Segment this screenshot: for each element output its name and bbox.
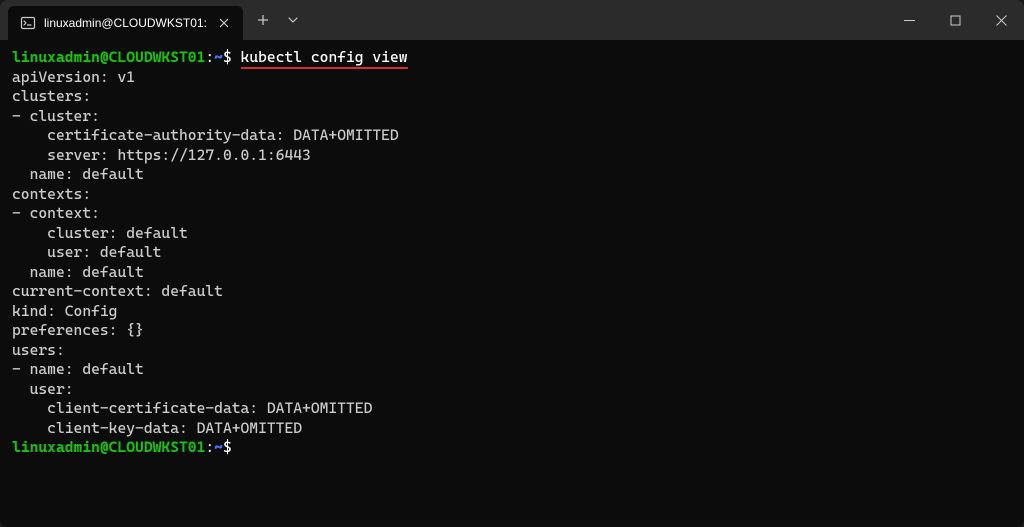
output-line: client-key-data: DATA+OMITTED — [12, 419, 302, 437]
tabs-area: linuxadmin@CLOUDWKST01: — [0, 0, 307, 40]
output-line: - context: — [12, 204, 100, 222]
tab-title: linuxadmin@CLOUDWKST01: — [44, 16, 207, 30]
prompt-dollar: $ — [223, 48, 232, 66]
tab-close-button[interactable] — [215, 14, 233, 32]
prompt-user-host: linuxadmin@CLOUDWKST01 — [12, 48, 205, 66]
output-line: client-certificate-data: DATA+OMITTED — [12, 399, 372, 417]
output-line: name: default — [12, 263, 144, 281]
prompt-dollar: $ — [223, 438, 232, 456]
tab-dropdown-button[interactable] — [279, 4, 307, 36]
output-line: - cluster: — [12, 107, 100, 125]
terminal-icon — [20, 15, 36, 31]
output-line: name: default — [12, 165, 144, 183]
close-button[interactable] — [978, 0, 1024, 40]
prompt-colon: : — [205, 48, 214, 66]
maximize-button[interactable] — [932, 0, 978, 40]
output-line: server: https://127.0.0.1:6443 — [12, 146, 311, 164]
output-line: user: default — [12, 243, 161, 261]
output-line: preferences: {} — [12, 321, 144, 339]
prompt-user-host: linuxadmin@CLOUDWKST01 — [12, 438, 205, 456]
output-line: current-context: default — [12, 282, 223, 300]
output-line: clusters: — [12, 87, 91, 105]
new-tab-button[interactable] — [247, 4, 279, 36]
titlebar: linuxadmin@CLOUDWKST01: — [0, 0, 1024, 40]
output-line: users: — [12, 341, 65, 359]
output-line: - name: default — [12, 360, 144, 378]
command-text: kubectl config view — [241, 48, 408, 69]
window-controls — [886, 0, 1024, 40]
prompt-line-2: linuxadmin@CLOUDWKST01:~$ — [12, 438, 232, 456]
prompt-line-1: linuxadmin@CLOUDWKST01:~$ kubectl config… — [12, 48, 408, 69]
prompt-path: ~ — [214, 48, 223, 66]
output-line: cluster: default — [12, 224, 188, 242]
output-line: user: — [12, 380, 74, 398]
terminal-body[interactable]: linuxadmin@CLOUDWKST01:~$ kubectl config… — [0, 40, 1024, 527]
output-line: contexts: — [12, 185, 91, 203]
output-line: apiVersion: v1 — [12, 68, 135, 86]
prompt-path: ~ — [214, 438, 223, 456]
minimize-button[interactable] — [886, 0, 932, 40]
output-line: kind: Config — [12, 302, 117, 320]
terminal-tab[interactable]: linuxadmin@CLOUDWKST01: — [8, 6, 243, 40]
output-line: certificate-authority-data: DATA+OMITTED — [12, 126, 399, 144]
prompt-colon: : — [205, 438, 214, 456]
